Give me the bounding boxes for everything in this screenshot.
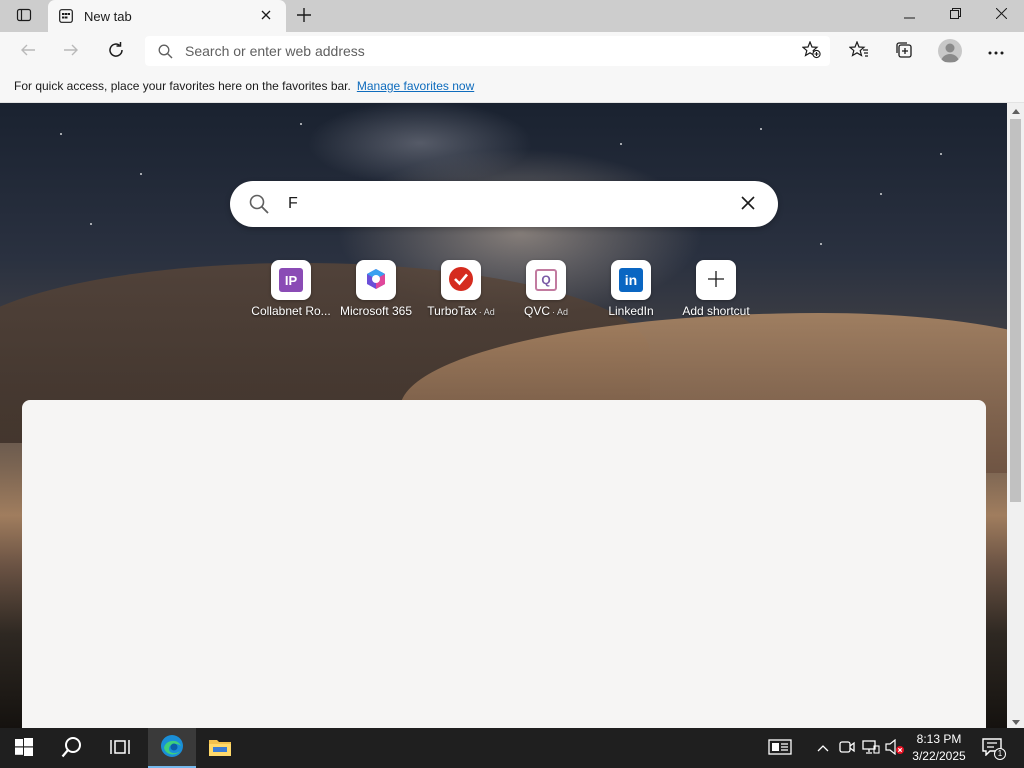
volume-button[interactable] [885, 738, 905, 758]
web-search-input[interactable] [288, 184, 718, 224]
ad-label: · Ad [552, 307, 569, 317]
start-button[interactable] [0, 728, 48, 768]
favorites-bar: For quick access, place your favorites h… [0, 70, 1024, 103]
plus-icon [708, 270, 724, 290]
add-favorite-button[interactable] [794, 36, 830, 66]
settings-and-more-button[interactable] [980, 36, 1012, 66]
close-icon [741, 195, 755, 213]
ad-label: · Ad [478, 307, 495, 317]
shortcut-turbotax[interactable]: TurboTax · Ad [418, 260, 504, 330]
volume-muted-icon [885, 738, 905, 758]
shortcut-label: LinkedIn [608, 304, 654, 318]
taskbar: 8:13 PM 3/22/2025 1 [0, 728, 1024, 768]
windows-logo-icon [15, 737, 33, 759]
linkedin-icon: in [619, 268, 643, 292]
taskbar-file-explorer-button[interactable] [196, 728, 244, 768]
favorites-button[interactable] [843, 36, 875, 66]
scroll-down-button[interactable] [1007, 714, 1024, 728]
more-horizontal-icon [988, 44, 1004, 58]
network-button[interactable] [861, 738, 881, 758]
browser-toolbar [0, 32, 1024, 70]
chevron-up-icon [817, 741, 829, 755]
meet-now-icon [839, 740, 855, 757]
collections-button[interactable] [888, 36, 920, 66]
scrollbar-thumb[interactable] [1010, 119, 1021, 502]
new-tab-page: IP Collabnet Ro... Microsoft 365 TurboTa… [0, 103, 1007, 728]
taskbar-edge-button[interactable] [148, 728, 196, 768]
shortcut-linkedin[interactable]: in LinkedIn [588, 260, 674, 330]
news-and-interests-button[interactable] [767, 738, 793, 758]
collections-icon [895, 41, 913, 62]
tab-actions-button[interactable] [8, 6, 40, 26]
shortcut-label: Microsoft 365 [339, 304, 413, 318]
notification-count-badge: 1 [994, 748, 1006, 760]
microsoft365-icon [364, 267, 388, 294]
tab-actions-icon [16, 7, 32, 26]
search-icon [230, 181, 288, 227]
back-button[interactable] [12, 36, 44, 66]
favorites-icon [848, 39, 869, 62]
new-tab-button[interactable] [292, 5, 316, 27]
search-icon [145, 36, 185, 66]
favorites-bar-message: For quick access, place your favorites h… [14, 79, 351, 93]
meet-now-button[interactable] [837, 738, 857, 758]
turbotax-icon [448, 266, 474, 295]
shortcut-label: Collabnet Ro... [251, 304, 331, 318]
news-icon [768, 738, 792, 758]
network-icon [862, 739, 880, 757]
title-bar: New tab [0, 0, 1024, 32]
task-view-button[interactable] [96, 728, 144, 768]
back-arrow-icon [20, 42, 36, 61]
new-tab-page-icon [58, 8, 74, 24]
restore-icon [949, 8, 961, 22]
shortcut-collabnet[interactable]: IP Collabnet Ro... [248, 260, 334, 330]
shortcut-qvc[interactable]: Q QVC · Ad [503, 260, 589, 330]
edge-icon [160, 734, 184, 761]
scroll-up-arrow-icon [1011, 103, 1020, 117]
shortcut-label: QVC [523, 304, 550, 318]
ip-icon: IP [279, 268, 303, 292]
qvc-icon: Q [535, 269, 557, 291]
add-shortcut-button[interactable]: Add shortcut [673, 260, 759, 330]
close-tab-button[interactable] [256, 6, 276, 26]
restore-button[interactable] [932, 0, 978, 30]
forward-button[interactable] [55, 36, 87, 66]
address-input[interactable] [185, 37, 794, 65]
search-button[interactable] [48, 728, 96, 768]
tab-new-tab[interactable]: New tab [48, 0, 286, 32]
content-feed-panel [22, 400, 986, 728]
refresh-button[interactable] [100, 36, 132, 66]
taskbar-clock[interactable]: 8:13 PM 3/22/2025 [904, 731, 974, 765]
close-icon [995, 7, 1007, 22]
plus-icon [297, 7, 311, 25]
minimize-icon [903, 8, 915, 22]
avatar [938, 43, 962, 63]
close-icon [261, 9, 271, 23]
clear-search-button[interactable] [718, 181, 778, 227]
scroll-up-button[interactable] [1007, 103, 1024, 117]
close-window-button[interactable] [978, 0, 1024, 30]
notification-icon: 1 [982, 738, 1006, 760]
forward-arrow-icon [63, 42, 79, 61]
clock-date: 3/22/2025 [912, 749, 966, 763]
refresh-icon [107, 41, 125, 62]
minimize-button[interactable] [886, 0, 932, 30]
shortcut-label: TurboTax [427, 304, 477, 318]
scroll-down-arrow-icon [1011, 714, 1020, 728]
address-bar[interactable] [145, 36, 830, 66]
profile-button[interactable] [938, 39, 962, 63]
tab-title: New tab [84, 8, 132, 24]
manage-favorites-link[interactable]: Manage favorites now [357, 79, 474, 93]
shortcut-microsoft-365[interactable]: Microsoft 365 [333, 260, 419, 330]
action-center-button[interactable]: 1 [980, 736, 1006, 760]
shortcut-label: Add shortcut [682, 304, 750, 318]
folder-icon [208, 737, 232, 760]
show-hidden-icons-button[interactable] [813, 738, 833, 758]
task-view-icon [110, 739, 130, 758]
search-icon [61, 736, 83, 761]
web-search-box[interactable] [230, 181, 778, 227]
clock-time: 8:13 PM [916, 732, 962, 746]
page-scrollbar[interactable] [1007, 103, 1024, 728]
add-favorite-star-icon [801, 39, 822, 62]
